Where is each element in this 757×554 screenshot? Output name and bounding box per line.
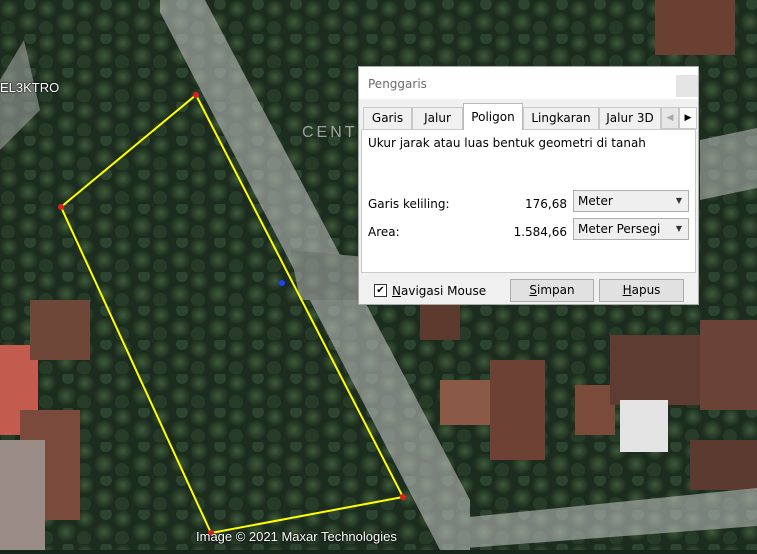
tab-scroll-right-icon[interactable]: ▶ (679, 107, 697, 129)
tab-garis[interactable]: Garis (363, 107, 412, 129)
dialog-titlebar[interactable]: Penggaris (359, 67, 698, 99)
chevron-down-icon: ▼ (675, 196, 682, 205)
area-label: Area: (368, 225, 400, 239)
perimeter-unit-select[interactable]: Meter ▼ (573, 190, 689, 212)
perimeter-unit-value: Meter (578, 194, 613, 208)
save-button[interactable]: Simpan (510, 279, 594, 302)
tab-jalur[interactable]: Jalur (412, 107, 463, 129)
tab-scroll-left-icon[interactable]: ◀ (661, 107, 679, 129)
vertex-marker (400, 494, 406, 500)
tab-jalur-3d[interactable]: Jalur 3D (599, 107, 661, 129)
tab-poligon[interactable]: Poligon (463, 103, 523, 130)
panel-description: Ukur jarak atau luas bentuk geometri di … (368, 136, 646, 150)
tab-lingkaran[interactable]: Lingkaran (523, 107, 599, 129)
perimeter-label: Garis keliling: (368, 197, 450, 211)
clear-button[interactable]: Hapus (599, 279, 684, 302)
place-label: EL3KTRO (0, 80, 60, 95)
area-value: 1.584,66 (513, 225, 567, 239)
road-label: CENT (302, 124, 358, 141)
dialog-title: Penggaris (368, 77, 427, 91)
mouse-navigation-label[interactable]: Navigasi Mouse (392, 284, 486, 298)
vertex-marker (58, 204, 64, 210)
midpoint-marker (279, 280, 285, 286)
perimeter-value: 176,68 (525, 197, 567, 211)
mouse-navigation-checkbox[interactable]: ✔ (374, 284, 387, 297)
area-unit-select[interactable]: Meter Persegi ▼ (573, 218, 689, 240)
ruler-dialog: Penggaris Garis Jalur Poligon Lingkaran … (358, 66, 699, 305)
poligon-panel: Ukur jarak atau luas bentuk geometri di … (361, 129, 696, 273)
imagery-attribution: Image © 2021 Maxar Technologies (196, 529, 397, 544)
area-unit-value: Meter Persegi (578, 222, 661, 236)
vertex-marker (193, 92, 199, 98)
close-button[interactable] (676, 75, 698, 97)
chevron-down-icon: ▼ (675, 224, 682, 233)
